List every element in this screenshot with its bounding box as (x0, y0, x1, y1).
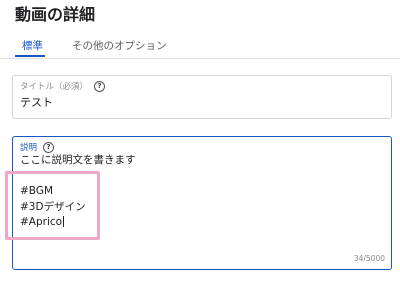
active-tab-indicator (15, 55, 45, 57)
description-line: ここに説明文を書きます (20, 154, 136, 166)
description-field-label: 説明 (20, 143, 38, 153)
tab-standard[interactable]: 標準 (22, 38, 43, 53)
title-field[interactable]: タイトル（必須） ? テスト (12, 75, 392, 119)
help-icon[interactable]: ? (43, 141, 55, 153)
character-counter: 34/5000 (353, 254, 385, 263)
tab-other-options[interactable]: その他のオプション (72, 38, 167, 53)
tab-divider (0, 58, 400, 59)
help-icon[interactable]: ? (94, 80, 106, 92)
highlight-annotation-box (5, 171, 100, 240)
title-field-label: タイトル（必須） (20, 82, 89, 92)
page-title: 動画の詳細 (15, 5, 96, 24)
title-input[interactable]: テスト (20, 94, 53, 110)
